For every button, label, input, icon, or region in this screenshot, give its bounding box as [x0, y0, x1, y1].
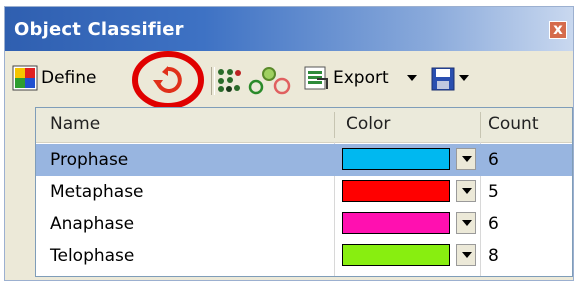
title-bar: Object Classifier x	[5, 7, 573, 51]
color-swatch[interactable]	[342, 180, 450, 202]
class-count: 8	[488, 246, 499, 266]
column-divider	[334, 112, 335, 138]
table-row[interactable]: Anaphase 6	[36, 208, 572, 240]
table-row[interactable]: Telophase 8	[36, 240, 572, 272]
column-divider	[480, 112, 481, 138]
define-button[interactable]: Define	[12, 65, 97, 91]
refresh-icon	[132, 51, 204, 109]
export-button[interactable]: Export	[303, 65, 389, 91]
dots-icon	[218, 69, 241, 92]
point-display-button[interactable]	[217, 68, 241, 92]
export-icon	[304, 66, 328, 90]
export-dropdown-arrow[interactable]	[407, 75, 417, 83]
table-row[interactable]: Metaphase 5	[36, 176, 572, 208]
save-button[interactable]	[431, 67, 455, 91]
column-header-count[interactable]: Count	[488, 108, 539, 141]
color-dropdown-button[interactable]	[456, 180, 476, 202]
define-icon	[12, 65, 38, 91]
toolbar-separator	[211, 67, 215, 95]
close-button[interactable]: x	[549, 21, 567, 39]
save-dropdown-arrow[interactable]	[459, 75, 469, 83]
table-row[interactable]: Prophase 6	[36, 144, 572, 176]
save-icon	[431, 67, 455, 91]
object-display-button[interactable]	[247, 65, 293, 95]
class-name: Anaphase	[50, 214, 135, 234]
table-header: Name Color Count	[36, 108, 572, 143]
class-count: 5	[488, 182, 499, 202]
color-swatch[interactable]	[342, 244, 450, 266]
chevron-down-icon	[459, 75, 469, 81]
export-label: Export	[333, 68, 389, 88]
color-swatch[interactable]	[342, 212, 450, 234]
column-header-name[interactable]: Name	[50, 108, 100, 141]
color-swatch[interactable]	[342, 148, 450, 170]
window-title: Object Classifier	[14, 19, 184, 40]
color-dropdown-button[interactable]	[456, 148, 476, 170]
object-classifier-panel: Object Classifier x Define Export Name C…	[4, 6, 574, 281]
color-dropdown-button[interactable]	[456, 212, 476, 234]
color-dropdown-button[interactable]	[456, 244, 476, 266]
class-count: 6	[488, 214, 499, 234]
circles-icon	[248, 67, 291, 95]
class-count: 6	[488, 150, 499, 170]
class-name: Metaphase	[50, 182, 144, 202]
toolbar: Define Export	[5, 51, 573, 109]
classifier-table: Name Color Count Prophase 6 Metaphase 5 …	[35, 107, 573, 277]
chevron-down-icon	[407, 75, 417, 81]
class-name: Prophase	[50, 150, 129, 170]
define-label: Define	[41, 68, 97, 88]
refresh-button[interactable]	[131, 51, 205, 109]
class-name: Telophase	[50, 246, 135, 266]
column-header-color[interactable]: Color	[346, 108, 390, 141]
